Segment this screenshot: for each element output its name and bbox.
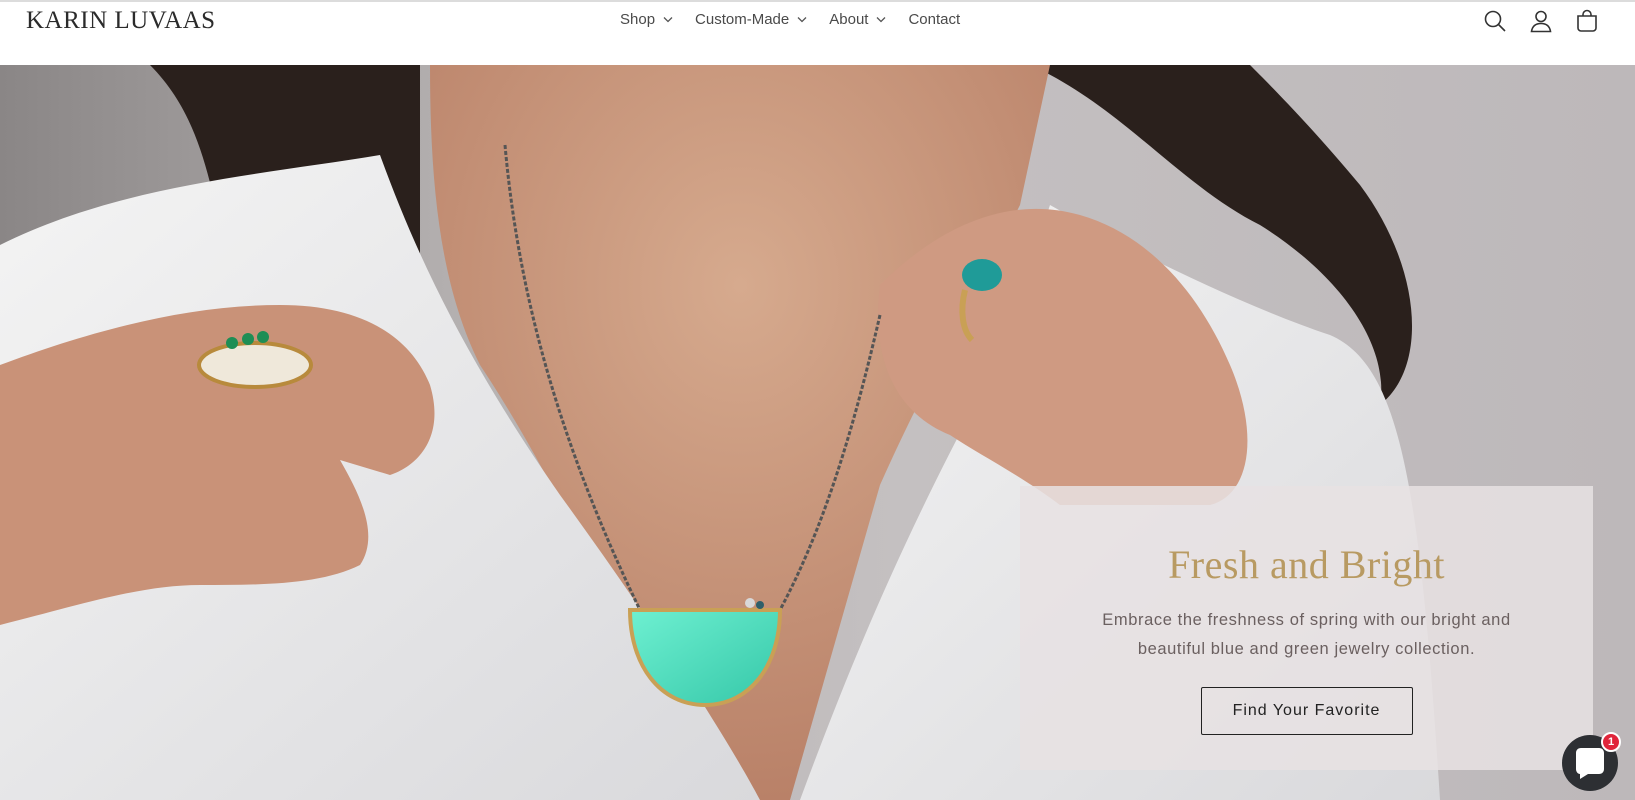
chat-launcher-button[interactable]: 1 bbox=[1562, 732, 1621, 791]
chat-unread-badge: 1 bbox=[1601, 732, 1621, 752]
nav-label: Contact bbox=[908, 11, 961, 28]
hero-title: Fresh and Bright bbox=[1168, 542, 1445, 587]
hero-banner: Fresh and Bright Embrace the freshness o… bbox=[0, 65, 1635, 800]
site-header: KARIN LUVAAS Shop Custom-Made About Cont… bbox=[0, 0, 1635, 65]
main-nav: Shop Custom-Made About Contact bbox=[620, 11, 960, 28]
search-icon bbox=[1484, 10, 1506, 32]
hero-description: Embrace the freshness of spring with our… bbox=[1102, 611, 1511, 658]
hero-text-panel: Fresh and Bright Embrace the freshness o… bbox=[1020, 486, 1593, 770]
chevron-down-icon bbox=[663, 17, 673, 23]
nav-item-custom-made[interactable]: Custom-Made bbox=[695, 11, 807, 28]
find-your-favorite-button[interactable]: Find Your Favorite bbox=[1200, 687, 1413, 735]
nav-item-about[interactable]: About bbox=[829, 11, 886, 28]
site-logo[interactable]: KARIN LUVAAS bbox=[26, 7, 216, 35]
nav-item-contact[interactable]: Contact bbox=[908, 11, 960, 28]
cart-icon bbox=[1577, 9, 1597, 32]
chevron-down-icon bbox=[876, 17, 886, 23]
header-actions bbox=[1483, 8, 1599, 34]
nav-label: Shop bbox=[620, 11, 656, 28]
nav-label: Custom-Made bbox=[695, 11, 790, 28]
nav-item-shop[interactable]: Shop bbox=[620, 11, 673, 28]
nav-label: About bbox=[829, 11, 869, 28]
account-button[interactable] bbox=[1529, 8, 1553, 34]
chevron-down-icon bbox=[797, 17, 807, 23]
cart-button[interactable] bbox=[1575, 8, 1599, 34]
search-button[interactable] bbox=[1483, 8, 1507, 34]
account-icon bbox=[1530, 10, 1552, 33]
